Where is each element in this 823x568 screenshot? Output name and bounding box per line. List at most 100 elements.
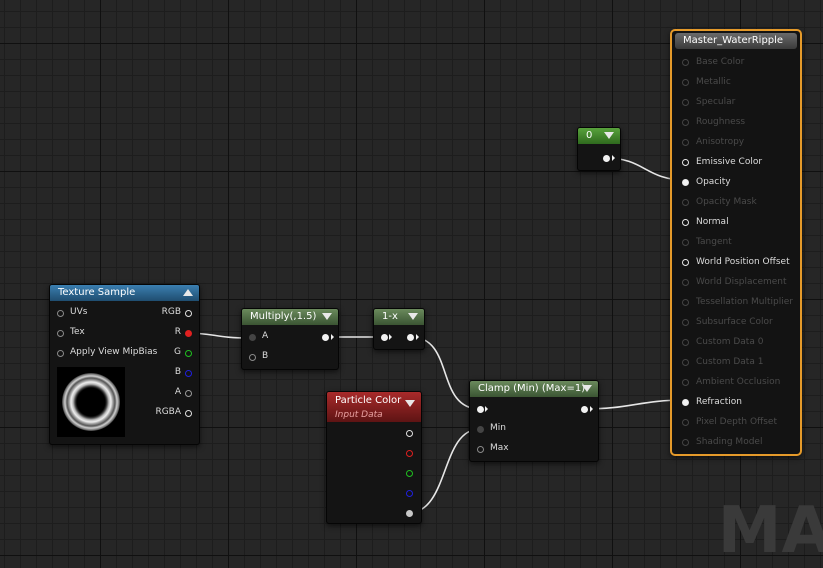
master-emissive-color-input-pin[interactable] [682, 159, 689, 166]
master-ambient-occlusion-input-pin[interactable] [682, 379, 689, 386]
master-tessellation-multiplier-input-pin[interactable] [682, 299, 689, 306]
clamp-max-input-pin[interactable] [477, 446, 484, 453]
expand-icon[interactable] [604, 132, 614, 139]
texture-sample-header[interactable]: Texture Sample [50, 285, 199, 301]
rgba-output-label: RGBA [155, 407, 181, 417]
multiply-b-input-pin[interactable] [249, 354, 256, 361]
clamp-header[interactable]: Clamp (Min) (Max=1) [470, 381, 598, 397]
one-minus-node[interactable]: 1-x [373, 308, 425, 350]
g-output-label: G [174, 347, 181, 357]
master-world-position-offset-input-pin[interactable] [682, 259, 689, 266]
clamp-max-label: Max [490, 443, 509, 453]
expand-icon[interactable] [405, 400, 415, 407]
master-material-header[interactable]: Master_WaterRipple [675, 33, 797, 49]
clamp-title: Clamp (Min) (Max=1) [478, 383, 586, 394]
multiply-header[interactable]: Multiply(,1.5) [242, 309, 338, 325]
a-output-label: A [174, 387, 181, 397]
one-minus-output-arrow-icon [416, 334, 419, 340]
master-subsurface-color-input-pin[interactable] [682, 319, 689, 326]
b-output-pin[interactable] [185, 370, 192, 377]
constant-title: 0 [586, 130, 593, 141]
master-normal-input-pin[interactable] [682, 219, 689, 226]
clamp-input-pin[interactable] [477, 406, 484, 413]
particle-color-node[interactable]: Particle Color Input Data [326, 391, 422, 524]
master-shading-model-input-pin[interactable] [682, 439, 689, 446]
particle-rgb-output-pin[interactable] [406, 430, 413, 437]
constant-header[interactable]: 0 [578, 128, 620, 144]
master-subsurface-color-label: Subsurface Color [696, 317, 773, 327]
particle-a-output-pin[interactable] [406, 510, 413, 517]
master-ambient-occlusion-label: Ambient Occlusion [696, 377, 781, 387]
one-minus-output-pin[interactable] [407, 334, 414, 341]
particle-color-subtitle: Input Data [335, 410, 383, 420]
master-refraction-input-pin[interactable] [682, 399, 689, 406]
rgb-output-pin[interactable] [185, 310, 192, 317]
one-minus-header[interactable]: 1-x [374, 309, 424, 325]
master-specular-label: Specular [696, 97, 736, 107]
multiply-a-input-pin[interactable] [249, 334, 256, 341]
master-shading-model-label: Shading Model [696, 437, 763, 447]
rgba-output-pin[interactable] [185, 410, 192, 417]
constant-node[interactable]: 0 [577, 127, 621, 171]
one-minus-input-arrow-icon [389, 334, 392, 340]
particle-g-output-pin[interactable] [406, 470, 413, 477]
expand-icon[interactable] [408, 313, 418, 320]
master-opacity-label: Opacity [696, 177, 731, 187]
master-opacity-mask-label: Opacity Mask [696, 197, 757, 207]
master-world-displacement-input-pin[interactable] [682, 279, 689, 286]
mipbias-input-pin[interactable] [57, 350, 64, 357]
multiply-output-pin[interactable] [322, 334, 329, 341]
multiply-node[interactable]: Multiply(,1.5) A B [241, 308, 339, 370]
master-metallic-input-pin[interactable] [682, 79, 689, 86]
uvs-label: UVs [70, 307, 88, 317]
tex-input-pin[interactable] [57, 330, 64, 337]
master-custom-data-0-label: Custom Data 0 [696, 337, 764, 347]
multiply-title: Multiply(,1.5) [250, 311, 317, 322]
clamp-node[interactable]: Clamp (Min) (Max=1) Min Max [469, 380, 599, 462]
master-pixel-depth-offset-input-pin[interactable] [682, 419, 689, 426]
master-base-color-input-pin[interactable] [682, 59, 689, 66]
master-anisotropy-input-pin[interactable] [682, 139, 689, 146]
master-opacity-mask-input-pin[interactable] [682, 199, 689, 206]
a-output-pin[interactable] [185, 390, 192, 397]
clamp-min-input-pin[interactable] [477, 426, 484, 433]
master-base-color-label: Base Color [696, 57, 745, 67]
expand-icon[interactable] [582, 385, 592, 392]
master-tangent-input-pin[interactable] [682, 239, 689, 246]
uvs-input-pin[interactable] [57, 310, 64, 317]
r-output-pin[interactable] [185, 330, 192, 337]
ripple-ring-image [62, 373, 120, 431]
clamp-output-pin[interactable] [581, 406, 588, 413]
particle-b-output-pin[interactable] [406, 490, 413, 497]
expand-icon[interactable] [322, 313, 332, 320]
master-world-displacement-label: World Displacement [696, 277, 787, 287]
master-custom-data-1-input-pin[interactable] [682, 359, 689, 366]
multiply-output-arrow-icon [331, 334, 334, 340]
master-specular-input-pin[interactable] [682, 99, 689, 106]
texture-sample-node[interactable]: Texture Sample UVs Tex Apply View MipBia… [49, 284, 200, 445]
particle-r-output-pin[interactable] [406, 450, 413, 457]
master-refraction-label: Refraction [696, 397, 742, 407]
g-output-pin[interactable] [185, 350, 192, 357]
constant-output-pin[interactable] [603, 155, 610, 162]
one-minus-input-pin[interactable] [381, 334, 388, 341]
clamp-min-label: Min [490, 423, 506, 433]
master-roughness-label: Roughness [696, 117, 746, 127]
master-opacity-input-pin[interactable] [682, 179, 689, 186]
texture-sample-title: Texture Sample [58, 287, 136, 298]
master-normal-label: Normal [696, 217, 729, 227]
watermark-text: MA [717, 494, 823, 568]
clamp-input-arrow-icon [485, 406, 488, 412]
particle-color-header[interactable]: Particle Color Input Data [327, 392, 421, 422]
master-anisotropy-label: Anisotropy [696, 137, 745, 147]
master-material-node[interactable]: Master_WaterRipple Base Color Metallic Spe… [670, 29, 802, 456]
master-custom-data-0-input-pin[interactable] [682, 339, 689, 346]
clamp-output-arrow-icon [590, 406, 593, 412]
master-roughness-input-pin[interactable] [682, 119, 689, 126]
collapse-icon[interactable] [183, 289, 193, 296]
multiply-b-label: B [262, 351, 269, 361]
master-metallic-label: Metallic [696, 77, 731, 87]
constant-output-arrow-icon [612, 155, 615, 161]
master-custom-data-1-label: Custom Data 1 [696, 357, 764, 367]
rgb-output-label: RGB [161, 307, 181, 317]
